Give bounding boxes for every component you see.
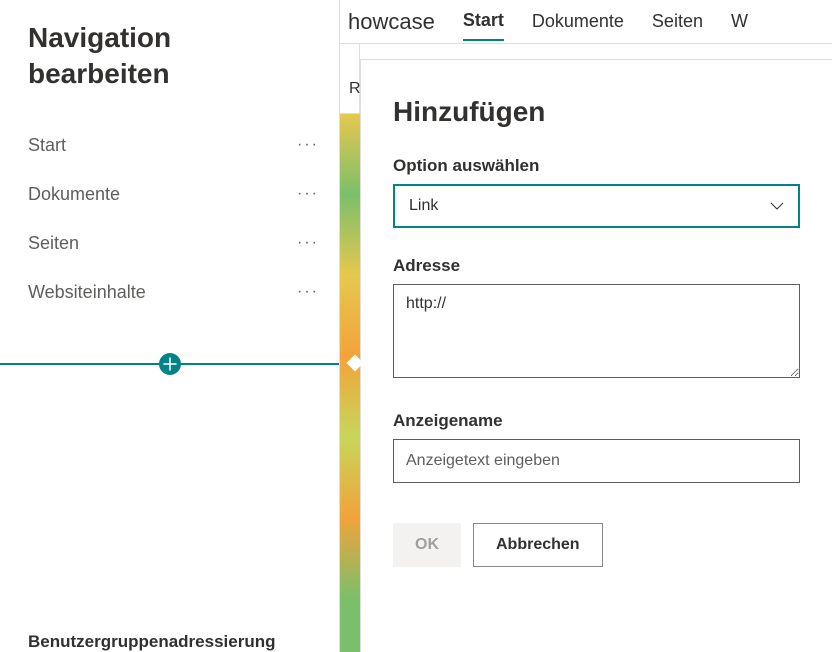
displayname-label: Anzeigename [393, 411, 800, 431]
option-select[interactable]: Link [393, 184, 800, 228]
option-label: Option auswählen [393, 156, 800, 176]
cancel-button[interactable]: Abbrechen [473, 523, 603, 567]
nav-list: Start ··· Dokumente ··· Seiten ··· Websi… [0, 121, 339, 317]
tab-partial[interactable]: W [731, 11, 748, 32]
more-icon[interactable]: ··· [297, 234, 319, 252]
tab-start[interactable]: Start [463, 2, 504, 41]
nav-item-label: Start [28, 135, 66, 156]
address-input[interactable] [393, 284, 800, 378]
add-link-panel: Hinzufügen Option auswählen Link Adresse… [360, 59, 832, 652]
nav-item-label: Dokumente [28, 184, 120, 205]
strip-gap [340, 44, 360, 114]
button-row: OK Abbrechen [393, 523, 800, 567]
plus-icon [163, 357, 177, 371]
displayname-input[interactable] [393, 439, 800, 483]
site-title-fragment: howcase [348, 9, 435, 35]
option-selected-value: Link [409, 197, 438, 215]
nav-item-label: Websiteinhalte [28, 282, 146, 303]
top-nav: howcase Start Dokumente Seiten W [340, 0, 832, 44]
more-icon[interactable]: ··· [297, 283, 319, 301]
add-nav-item-button[interactable] [159, 353, 181, 375]
nav-item-seiten[interactable]: Seiten ··· [0, 219, 339, 268]
nav-edit-sidebar: Navigation bearbeiten Start ··· Dokument… [0, 0, 340, 652]
panel-title: Hinzufügen [393, 96, 800, 128]
chevron-down-icon [770, 202, 784, 210]
bottom-label: Benutzergruppenadressierung [28, 632, 276, 652]
sidebar-title: Navigation bearbeiten [0, 0, 339, 103]
nav-item-websiteinhalte[interactable]: Websiteinhalte ··· [0, 268, 339, 317]
nav-item-start[interactable]: Start ··· [0, 121, 339, 170]
more-icon[interactable]: ··· [297, 185, 319, 203]
nav-item-label: Seiten [28, 233, 79, 254]
address-label: Adresse [393, 256, 800, 276]
tab-seiten[interactable]: Seiten [652, 3, 703, 40]
stray-r: R [349, 80, 361, 98]
ok-button: OK [393, 523, 461, 567]
tab-dokumente[interactable]: Dokumente [532, 3, 624, 40]
page-background-strip [340, 114, 360, 652]
nav-item-dokumente[interactable]: Dokumente ··· [0, 170, 339, 219]
more-icon[interactable]: ··· [297, 136, 319, 154]
